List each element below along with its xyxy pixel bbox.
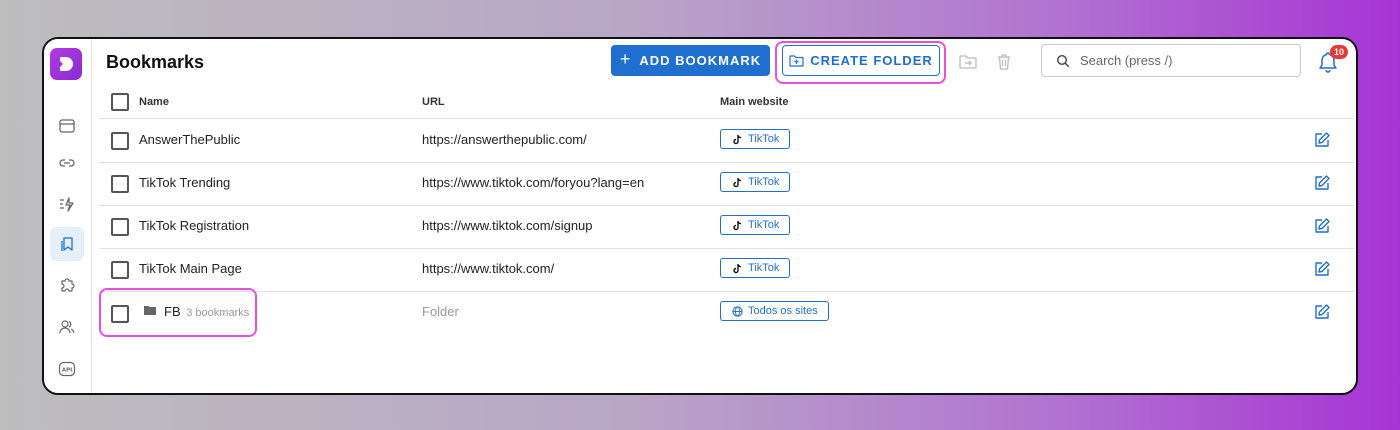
add-bookmark-label: ADD BOOKMARK bbox=[639, 53, 762, 68]
tiktok-icon bbox=[733, 177, 742, 187]
bookmark-url: https://www.tiktok.com/foryou?lang=en bbox=[422, 175, 645, 190]
svg-text:API: API bbox=[62, 368, 72, 374]
folder-row[interactable]: FB 3 bookmarks Folder Todos os sites bbox=[99, 291, 1354, 334]
trash-icon[interactable] bbox=[994, 52, 1014, 72]
sidebar-item-api[interactable]: API bbox=[50, 352, 84, 386]
select-all-checkbox[interactable] bbox=[111, 93, 129, 111]
logo-icon bbox=[60, 57, 73, 71]
table-header: Name URL Main website bbox=[99, 86, 1354, 119]
globe-icon bbox=[732, 305, 743, 317]
main-website-chip[interactable]: TikTok bbox=[720, 215, 791, 235]
sidebar-item-browsers[interactable] bbox=[50, 109, 84, 143]
table-row[interactable]: TikTok Registration https://www.tiktok.c… bbox=[99, 205, 1354, 249]
add-bookmark-button[interactable]: + ADD BOOKMARK bbox=[611, 45, 770, 76]
page-title: Bookmarks bbox=[106, 52, 205, 72]
automation-icon bbox=[60, 197, 74, 212]
app-logo[interactable] bbox=[50, 48, 82, 80]
sidebar-item-automation[interactable] bbox=[50, 187, 84, 221]
column-header-name[interactable]: Name bbox=[139, 96, 169, 108]
search-icon bbox=[1056, 54, 1070, 67]
table-row[interactable]: TikTok Main Page https://www.tiktok.com/… bbox=[99, 248, 1354, 292]
edit-icon[interactable] bbox=[1313, 260, 1331, 278]
bookmark-url: https://www.tiktok.com/ bbox=[422, 261, 555, 276]
plus-icon: + bbox=[619, 49, 632, 69]
main-website-chip[interactable]: TikTok bbox=[720, 129, 791, 149]
move-to-folder-icon[interactable] bbox=[958, 52, 978, 72]
notification-badge: 10 bbox=[1330, 45, 1348, 59]
main-website-chip[interactable]: TikTok bbox=[720, 258, 791, 278]
sidebar-item-users[interactable] bbox=[50, 310, 84, 344]
bookmark-name: TikTok Trending bbox=[139, 175, 231, 190]
bookmark-name: TikTok Main Page bbox=[139, 261, 242, 276]
create-folder-label: CREATE FOLDER bbox=[810, 53, 933, 68]
api-icon: API bbox=[58, 361, 76, 377]
main-website-chip[interactable]: Todos os sites bbox=[720, 301, 829, 321]
sidebar: API bbox=[44, 39, 92, 393]
extension-icon bbox=[61, 278, 75, 292]
edit-icon[interactable] bbox=[1313, 303, 1331, 321]
app-window: API Bookmarks + ADD BOOKMARK CREATE FOLD… bbox=[42, 37, 1358, 395]
sidebar-item-bookmarks[interactable] bbox=[50, 227, 84, 261]
sidebar-item-extensions[interactable] bbox=[50, 268, 84, 302]
bookmark-url: https://www.tiktok.com/signup bbox=[422, 218, 593, 233]
table-row[interactable]: AnswerThePublic https://answerthepublic.… bbox=[99, 119, 1354, 163]
row-checkbox[interactable] bbox=[111, 218, 129, 236]
row-checkbox[interactable] bbox=[111, 132, 129, 150]
tiktok-icon bbox=[733, 220, 742, 230]
browser-window-icon bbox=[59, 119, 75, 133]
search-input[interactable]: Search (press /) bbox=[1041, 44, 1301, 77]
main-website-chip[interactable]: TikTok bbox=[720, 172, 791, 192]
folder-url: Folder bbox=[422, 304, 459, 319]
edit-icon[interactable] bbox=[1313, 174, 1331, 192]
bookmarks-icon bbox=[61, 237, 73, 251]
main-website-label: TikTok bbox=[748, 262, 780, 274]
edit-icon[interactable] bbox=[1313, 131, 1331, 149]
main-website-label: Todos os sites bbox=[748, 305, 818, 317]
folder-plus-icon bbox=[789, 55, 804, 67]
column-header-main-website[interactable]: Main website bbox=[720, 96, 788, 108]
search-placeholder: Search (press /) bbox=[1080, 53, 1173, 68]
bookmark-name: AnswerThePublic bbox=[139, 132, 241, 147]
bookmark-url: https://answerthepublic.com/ bbox=[422, 132, 587, 147]
row-checkbox[interactable] bbox=[111, 175, 129, 193]
main-website-label: TikTok bbox=[748, 176, 780, 188]
create-folder-button[interactable]: CREATE FOLDER bbox=[782, 45, 940, 76]
tiktok-icon bbox=[733, 263, 742, 273]
sidebar-item-links[interactable] bbox=[50, 146, 84, 180]
folder-row-highlight bbox=[99, 288, 257, 337]
table-row[interactable]: TikTok Trending https://www.tiktok.com/f… bbox=[99, 162, 1354, 206]
column-header-url[interactable]: URL bbox=[422, 96, 445, 108]
main-website-label: TikTok bbox=[748, 219, 780, 231]
tiktok-icon bbox=[733, 134, 742, 144]
row-checkbox[interactable] bbox=[111, 261, 129, 279]
bookmark-name: TikTok Registration bbox=[139, 218, 250, 233]
main-website-label: TikTok bbox=[748, 133, 780, 145]
link-icon bbox=[59, 159, 75, 167]
edit-icon[interactable] bbox=[1313, 217, 1331, 235]
users-icon bbox=[59, 320, 75, 334]
